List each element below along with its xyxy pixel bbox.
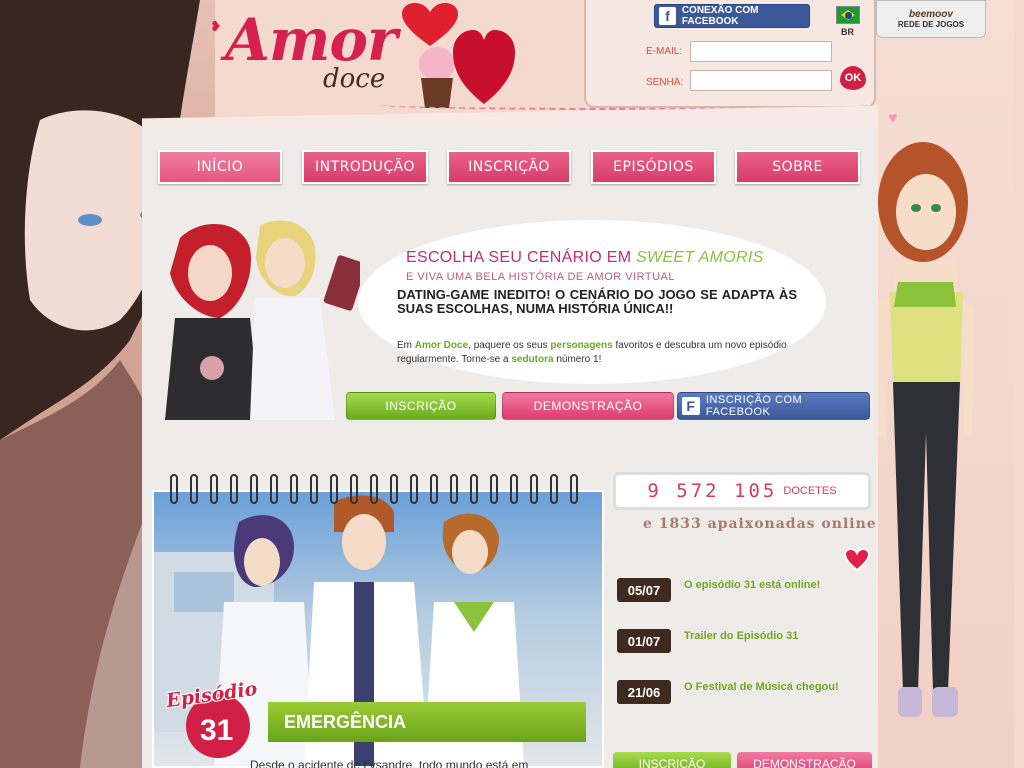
hero-subtitle: e viva uma bela história de amor virtual	[406, 271, 676, 283]
player-counter: 9 572 105 docetes	[613, 472, 871, 510]
right-character-illustration	[874, 142, 974, 717]
hero-characters-illustration	[165, 220, 360, 420]
episode-title-banner: EMERGÊNCIA	[268, 702, 586, 742]
spiral-binding-ring	[470, 474, 478, 504]
desc-characters: personagens	[550, 340, 613, 351]
spiral-binding-ring	[410, 474, 418, 504]
spiral-binding-ring	[430, 474, 438, 504]
facebook-connect-button[interactable]: f CONEXÃO COM FACEBOOK	[654, 4, 810, 28]
news-link[interactable]: O Festival de Música chegou!	[684, 681, 839, 693]
tab-inscricao[interactable]: Inscrição	[447, 150, 571, 184]
desc-text-2: , paquere os seus	[468, 340, 551, 351]
tab-introducao[interactable]: Introdução	[302, 150, 428, 184]
brazil-flag-icon[interactable]	[836, 6, 860, 24]
network-brand: beemoov	[909, 9, 953, 20]
spiral-binding-ring	[270, 474, 278, 504]
hero-title-accent: Sweet Amoris	[636, 249, 764, 266]
news-date: 01/07	[617, 629, 671, 653]
online-count: e 1833 apaixonadas online	[643, 516, 877, 532]
network-label: REDE DE JOGOS	[897, 20, 965, 29]
heart-icon	[844, 548, 870, 572]
spiral-binding-ring	[490, 474, 498, 504]
tab-sobre[interactable]: Sobre	[735, 150, 860, 184]
small-heart-icon: ❥	[210, 18, 222, 34]
login-ok-button[interactable]: OK	[840, 66, 866, 90]
email-label: E-MAIL:	[646, 46, 683, 57]
desc-text-1: Em	[397, 340, 415, 351]
spiral-binding-ring	[330, 474, 338, 504]
spiral-binding-ring	[390, 474, 398, 504]
player-count-unit: docetes	[783, 485, 837, 497]
hero-title-text: Escolha seu cenário em	[406, 249, 637, 266]
news-date: 21/06	[617, 680, 671, 704]
demo-button[interactable]: Demonstração	[502, 392, 674, 420]
logo-word-doce: doce	[323, 64, 386, 94]
country-code: BR	[841, 27, 854, 37]
bottom-signup-button[interactable]: Inscrição	[613, 752, 731, 768]
game-network-badge[interactable]: beemoov REDE DE JOGOS	[876, 0, 986, 38]
news-link[interactable]: O episódio 31 está online!	[684, 579, 820, 591]
spiral-binding-ring	[450, 474, 458, 504]
hero-title: Escolha seu cenário em Sweet Amoris	[406, 249, 764, 267]
spiral-binding-ring	[290, 474, 298, 504]
spiral-binding-ring	[350, 474, 358, 504]
facebook-icon: f	[682, 397, 700, 415]
news-link[interactable]: Trailer do Episódio 31	[684, 630, 798, 642]
episode-number: 31	[200, 714, 234, 747]
facebook-signup-button[interactable]: f Inscrição com Facebook	[677, 392, 870, 420]
tab-episodios[interactable]: Episódios	[591, 150, 716, 184]
desc-seductress: sedutora	[511, 354, 554, 365]
facebook-signup-label: Inscrição com Facebook	[705, 394, 803, 418]
desc-brand: Amor Doce	[414, 340, 469, 351]
tab-inicio[interactable]: Início	[158, 150, 282, 184]
episode-intro-text: Desde o acidente de Lysandre, todo mundo…	[250, 758, 529, 768]
player-count: 9 572 105	[647, 480, 778, 502]
password-label: SENHA:	[646, 77, 684, 88]
spiral-binding-ring	[210, 474, 218, 504]
email-field[interactable]	[690, 41, 832, 62]
password-field[interactable]	[690, 70, 832, 91]
news-date: 05/07	[617, 578, 671, 602]
episode-badge: Episódio 31	[160, 678, 268, 768]
spiral-binding-ring	[530, 474, 538, 504]
facebook-connect-label: CONEXÃO COM FACEBOOK	[681, 5, 759, 27]
spiral-binding-ring	[570, 474, 578, 504]
facebook-icon: f	[659, 7, 676, 25]
signup-button[interactable]: Inscrição	[346, 392, 496, 420]
desc-text-4: número 1!	[553, 354, 602, 365]
bottom-demo-button[interactable]: Demonstração	[737, 752, 872, 768]
spiral-binding-ring	[550, 474, 558, 504]
spiral-binding-ring	[190, 474, 198, 504]
big-heart-icon	[453, 30, 515, 104]
spiral-binding-ring	[310, 474, 318, 504]
hero-tagline: Dating-game inedito! O cenário do jogo s…	[397, 287, 797, 316]
floating-heart-icon: ♥	[888, 110, 898, 127]
spiral-binding-ring	[510, 474, 518, 504]
hero-description: Em Amor Doce, paquere os seus personagen…	[397, 339, 797, 367]
spiral-binding-ring	[170, 474, 178, 504]
login-panel: f CONEXÃO COM FACEBOOK BR E-MAIL: SENHA:…	[584, 0, 876, 108]
spiral-binding-ring	[370, 474, 378, 504]
spiral-binding-ring	[230, 474, 238, 504]
spiral-binding-ring	[250, 474, 258, 504]
